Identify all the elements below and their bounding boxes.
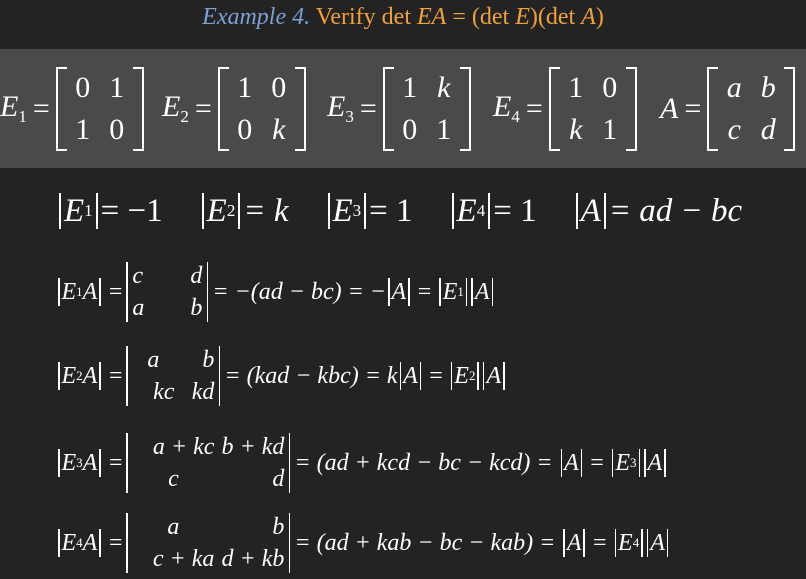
matrix-definitions-band: E1 = 01 10 E2 = 10 0k E3 = 1k 01 E4 = 10 k1 … (0, 49, 806, 168)
equation-rhs: = −(ad − bc) = − (212, 278, 387, 305)
equation-row-e3a: E3A = a + kc b + kd cd = (ad + kcd − bc −… (56, 427, 796, 499)
determinant-matrix: ab c + ka d + kb (126, 511, 291, 575)
determinant-matrix: a + kc b + kd cd (126, 431, 291, 495)
slide-title: Example 4. Verify det EA = (det E)(det A… (0, 0, 806, 40)
equation-rhs: = (ad + kcd − bc − kcd) = (294, 449, 553, 476)
bracket-matrix: ab cd (707, 66, 796, 151)
equation-row-e1a: E1A = cd ab = −(ad − bc) = − A = E1A (56, 256, 796, 328)
bracket-matrix: 1k 01 (382, 66, 471, 151)
determinant-matrix: ab kc kd (126, 344, 221, 408)
equation-rhs: = (kad − kbc) = k (224, 362, 398, 389)
matrix-e1: E1 = 01 10 (0, 49, 144, 168)
determinant-values: E 1 = −1 E 2 = k E 3 = 1 E 4 = 1 A = ad − bc (56, 186, 796, 236)
determinant-matrix: cd ab (126, 260, 209, 324)
matrix-e4: E4 = 10 k1 (493, 49, 637, 168)
equation-rhs: = (ad + kab − bc − kab) = (294, 529, 556, 556)
bracket-matrix: 01 10 (55, 66, 144, 151)
equation-row-e4a: E4A = ab c + ka d + kb = (ad + kab − bc −… (56, 507, 796, 579)
matrix-e2: E2 = 10 0k (162, 49, 306, 168)
bracket-matrix: 10 0k (217, 66, 306, 151)
title-text: Verify det EA = (det E)(det A) (310, 4, 604, 30)
equation-row-e2a: E2A = ab kc kd = (kad − kbc) = kA = E2A (56, 340, 796, 412)
matrix-a: A = ab cd (660, 49, 796, 168)
det-e2-value: = k (243, 192, 289, 229)
det-e1-value: = −1 (100, 192, 163, 229)
bracket-matrix: 10 k1 (548, 66, 637, 151)
det-e3-value: = 1 (369, 192, 413, 229)
matrix-e3: E3 = 1k 01 (327, 49, 471, 168)
det-e4-value: = 1 (493, 192, 537, 229)
example-label: Example 4. (202, 4, 311, 30)
det-a-value: = ad − bc (608, 192, 743, 229)
